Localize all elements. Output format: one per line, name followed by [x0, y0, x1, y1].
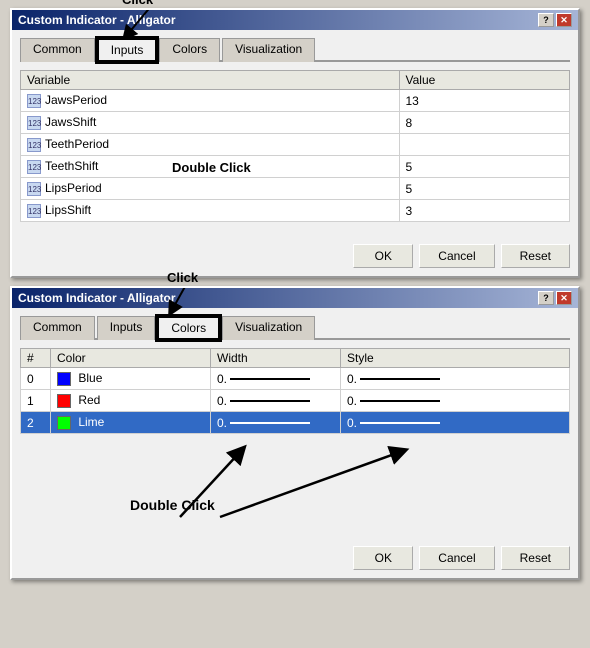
value-cell: 5 [399, 156, 570, 178]
row-icon: 123 [27, 94, 41, 108]
col-style: Style [341, 349, 570, 368]
value-cell: 5 [399, 178, 570, 200]
value-cell [399, 134, 570, 156]
table-row[interactable]: 123LipsShift 3 [21, 200, 570, 222]
help-button-2[interactable]: ? [538, 291, 554, 305]
row-icon: 123 [27, 160, 41, 174]
value-cell: 3 [399, 200, 570, 222]
width-cell: 0. [211, 390, 341, 412]
num-cell: 1 [21, 390, 51, 412]
style-line-1 [360, 400, 440, 402]
dialog2-titlebar-buttons: ? ✕ [538, 291, 572, 305]
table-row[interactable]: 123JawsPeriod 13 [21, 90, 570, 112]
close-button-2[interactable]: ✕ [556, 291, 572, 305]
reset-button-1[interactable]: Reset [501, 244, 570, 268]
ok-button-1[interactable]: OK [353, 244, 413, 268]
dialog1-title: Custom Indicator - Alligator [18, 13, 176, 27]
table-row[interactable]: 123TeethPeriod [21, 134, 570, 156]
width-cell: 0. [211, 368, 341, 390]
table-row[interactable]: 0 Blue 0. 0. [21, 368, 570, 390]
style-cell: 0. [341, 412, 570, 434]
cancel-button-1[interactable]: Cancel [419, 244, 494, 268]
style-line-0 [360, 378, 440, 380]
double-click-label-2: Double Click [130, 497, 215, 513]
table-row[interactable]: 123JawsShift 8 [21, 112, 570, 134]
variable-cell: 123JawsPeriod [21, 90, 400, 112]
color-cell: Blue [51, 368, 211, 390]
table-row[interactable]: 123TeethShift 5 [21, 156, 570, 178]
variable-cell: 123TeethPeriod [21, 134, 400, 156]
dialog2-content: Common Inputs Colors Visualization # Col… [12, 308, 578, 540]
col-color: Color [51, 349, 211, 368]
dialog1-footer: OK Cancel Reset [12, 238, 578, 276]
style-cell: 0. [341, 368, 570, 390]
color-swatch-lime [57, 416, 71, 430]
reset-button-2[interactable]: Reset [501, 546, 570, 570]
dialog2: Custom Indicator - Alligator ? ✕ Common … [10, 286, 580, 580]
tab1-common[interactable]: Common [20, 38, 95, 62]
tab2-common[interactable]: Common [20, 316, 95, 340]
col-width: Width [211, 349, 341, 368]
dialog2-table: # Color Width Style 0 Blue 0. [20, 348, 570, 434]
dialog2-title: Custom Indicator - Alligator [18, 291, 176, 305]
col-value: Value [399, 71, 570, 90]
color-swatch-blue [57, 372, 71, 386]
table-row[interactable]: 1 Red 0. 0. [21, 390, 570, 412]
tab1-inputs[interactable]: Inputs [97, 38, 158, 62]
width-line-1 [230, 400, 310, 402]
dialog1-titlebar: Custom Indicator - Alligator ? ✕ [12, 10, 578, 30]
width-cell: 0. [211, 412, 341, 434]
dialog1-table: Variable Value 123JawsPeriod 13 123JawsS… [20, 70, 570, 222]
dialog1-content: Common Inputs Colors Visualization Varia… [12, 30, 578, 238]
table-row-selected[interactable]: 2 Lime 0. 0. [21, 412, 570, 434]
row-icon: 123 [27, 138, 41, 152]
tab2-visualization[interactable]: Visualization [222, 316, 315, 340]
tab1-colors[interactable]: Colors [159, 38, 220, 62]
width-line-0 [230, 378, 310, 380]
dialog2-titlebar: Custom Indicator - Alligator ? ✕ [12, 288, 578, 308]
color-cell: Red [51, 390, 211, 412]
dialog1-titlebar-buttons: ? ✕ [538, 13, 572, 27]
close-button-1[interactable]: ✕ [556, 13, 572, 27]
annotation-area: Double Click [20, 442, 570, 532]
ok-button-2[interactable]: OK [353, 546, 413, 570]
dialog1-tabs: Common Inputs Colors Visualization [20, 38, 570, 62]
col-variable: Variable [21, 71, 400, 90]
width-line-2 [230, 422, 310, 424]
tab1-visualization[interactable]: Visualization [222, 38, 315, 62]
color-swatch-red [57, 394, 71, 408]
variable-cell: 123TeethShift [21, 156, 400, 178]
tab2-colors[interactable]: Colors [157, 316, 220, 340]
row-icon: 123 [27, 182, 41, 196]
num-cell: 2 [21, 412, 51, 434]
num-cell: 0 [21, 368, 51, 390]
variable-cell: 123JawsShift [21, 112, 400, 134]
style-cell: 0. [341, 390, 570, 412]
table-row[interactable]: 123LipsPeriod 5 [21, 178, 570, 200]
tab2-inputs[interactable]: Inputs [97, 316, 156, 340]
col-num: # [21, 349, 51, 368]
dialog2-footer: OK Cancel Reset [12, 540, 578, 578]
help-button-1[interactable]: ? [538, 13, 554, 27]
cancel-button-2[interactable]: Cancel [419, 546, 494, 570]
dialog2-tabs: Common Inputs Colors Visualization [20, 316, 570, 340]
value-cell: 13 [399, 90, 570, 112]
variable-cell: 123LipsPeriod [21, 178, 400, 200]
arrow-svg-2: Double Click [20, 442, 560, 532]
click-annotation-1: Click [122, 0, 153, 7]
value-cell: 8 [399, 112, 570, 134]
row-icon: 123 [27, 204, 41, 218]
variable-cell: 123LipsShift [21, 200, 400, 222]
style-line-2 [360, 422, 440, 424]
color-cell: Lime [51, 412, 211, 434]
dialog1: Custom Indicator - Alligator ? ✕ Common … [10, 8, 580, 278]
row-icon: 123 [27, 116, 41, 130]
